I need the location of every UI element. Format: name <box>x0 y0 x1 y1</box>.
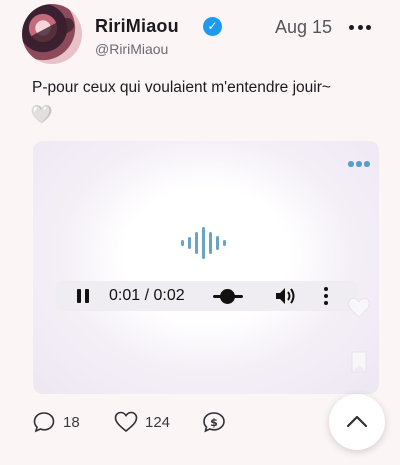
player-more-icon[interactable] <box>323 287 329 306</box>
like-icon <box>114 411 138 433</box>
handle[interactable]: @RiriMiaou <box>95 41 168 57</box>
more-options-icon[interactable] <box>347 17 373 37</box>
display-name[interactable]: RiriMiaou <box>95 16 179 37</box>
verified-icon: ✓ <box>203 17 222 36</box>
waveform-icon <box>181 226 233 260</box>
post-text: P-pour ceux qui voulaient m'entendre jou… <box>32 79 331 96</box>
seek-handle[interactable] <box>220 289 235 304</box>
reply-count: 18 <box>63 414 80 431</box>
post-actions: 18 124 $ <box>33 411 233 435</box>
like-button[interactable]: 124 <box>114 411 174 435</box>
faded-side-icons <box>348 297 370 373</box>
audio-media-card[interactable]: 0:01 / 0:02 <box>33 141 379 394</box>
svg-text:$: $ <box>210 416 218 429</box>
white-heart-emoji-icon: 🤍 <box>31 105 53 124</box>
tip-icon: $ <box>203 412 225 433</box>
post-header: RiriMiaou ✓ @RiriMiaou Aug 15 <box>22 4 382 64</box>
like-count: 124 <box>145 414 171 431</box>
scroll-to-top-button[interactable] <box>329 394 385 450</box>
pause-icon[interactable] <box>76 289 90 303</box>
post-date[interactable]: Aug 15 <box>275 17 332 38</box>
audio-player: 0:01 / 0:02 <box>56 281 358 311</box>
media-more-icon[interactable] <box>347 159 371 169</box>
playback-time: 0:01 / 0:02 <box>109 287 185 304</box>
reply-icon <box>33 412 55 433</box>
avatar[interactable] <box>22 4 82 64</box>
reply-button[interactable]: 18 <box>33 411 83 435</box>
tip-button[interactable]: $ <box>202 411 228 435</box>
chevron-up-icon <box>346 415 368 428</box>
volume-icon[interactable] <box>275 287 297 305</box>
